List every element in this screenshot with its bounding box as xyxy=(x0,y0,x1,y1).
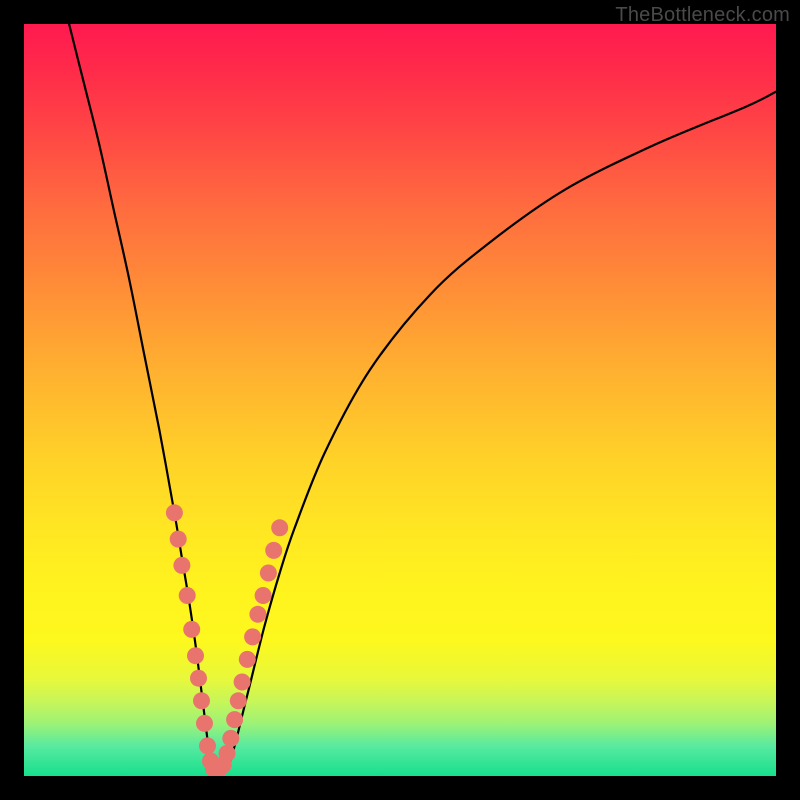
curve-marker xyxy=(234,674,251,691)
curve-marker xyxy=(226,711,243,728)
curve-marker xyxy=(244,628,261,645)
curve-marker xyxy=(196,715,213,732)
curve-marker xyxy=(183,621,200,638)
curve-marker xyxy=(255,587,272,604)
curve-marker xyxy=(239,651,256,668)
curve-marker xyxy=(219,745,236,762)
curve-marker xyxy=(249,606,266,623)
marker-group xyxy=(166,504,288,776)
curve-marker xyxy=(170,531,187,548)
curve-marker xyxy=(260,565,277,582)
curve-marker xyxy=(179,587,196,604)
curve-layer xyxy=(24,24,776,776)
curve-marker xyxy=(187,647,204,664)
curve-marker xyxy=(222,730,239,747)
curve-marker xyxy=(271,519,288,536)
chart-frame: TheBottleneck.com xyxy=(0,0,800,800)
curve-marker xyxy=(193,692,210,709)
watermark-text: TheBottleneck.com xyxy=(615,4,790,27)
curve-marker xyxy=(230,692,247,709)
curve-marker xyxy=(166,504,183,521)
curve-marker xyxy=(190,670,207,687)
curve-marker xyxy=(173,557,190,574)
plot-area xyxy=(24,24,776,776)
bottleneck-curve xyxy=(69,24,776,772)
curve-marker xyxy=(199,737,216,754)
curve-marker xyxy=(265,542,282,559)
